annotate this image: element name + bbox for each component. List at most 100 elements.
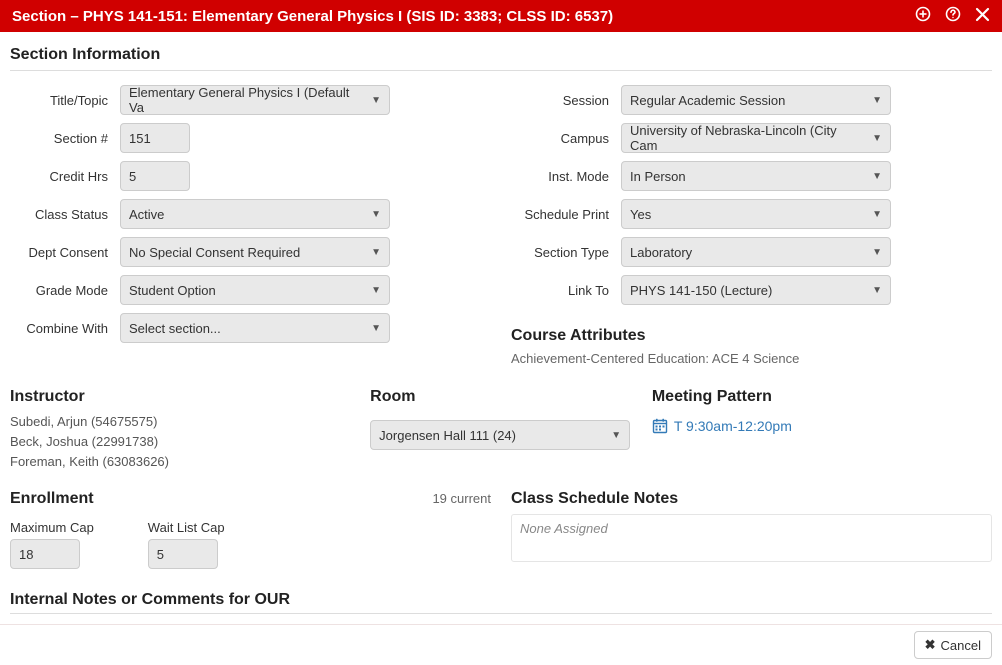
divider [10, 70, 992, 71]
dept-consent-value: No Special Consent Required [129, 245, 300, 260]
grade-mode-select[interactable]: Student Option ▼ [120, 275, 390, 305]
max-cap-value: 18 [19, 547, 33, 562]
close-icon[interactable] [975, 7, 990, 26]
left-column: Title/Topic Elementary General Physics I… [10, 85, 491, 366]
meeting-pattern-text: T 9:30am-12:20pm [674, 418, 792, 434]
session-value: Regular Academic Session [630, 93, 785, 108]
section-type-select[interactable]: Laboratory ▼ [621, 237, 891, 267]
section-dialog: Section – PHYS 141-151: Elementary Gener… [0, 0, 1002, 665]
inst-mode-label: Inst. Mode [511, 169, 621, 184]
link-to-label: Link To [511, 283, 621, 298]
title-topic-value: Elementary General Physics I (Default Va [129, 85, 365, 115]
section-num-input[interactable]: 151 [120, 123, 190, 153]
class-schedule-notes-heading: Class Schedule Notes [511, 490, 992, 508]
session-label: Session [511, 93, 621, 108]
instructor-line: Beck, Joshua (22991738) [10, 432, 350, 452]
chevron-down-icon: ▼ [872, 285, 882, 296]
grade-mode-value: Student Option [129, 283, 216, 298]
wait-cap-input[interactable]: 5 [148, 539, 218, 569]
enroll-notes-row: Enrollment 19 current Maximum Cap 18 Wai… [10, 472, 992, 569]
instructor-line: Foreman, Keith (63083626) [10, 452, 350, 472]
title-topic-label: Title/Topic [10, 93, 120, 108]
inst-mode-value: In Person [630, 169, 686, 184]
chevron-down-icon: ▼ [371, 285, 381, 296]
chevron-down-icon: ▼ [371, 323, 381, 334]
section-information-heading: Section Information [10, 46, 992, 64]
course-attributes-block: Course Attributes Achievement-Centered E… [511, 327, 992, 366]
instructor-heading: Instructor [10, 388, 350, 406]
form-columns: Title/Topic Elementary General Physics I… [10, 85, 992, 366]
wait-cap-value: 5 [157, 547, 164, 562]
section-num-value: 151 [129, 131, 151, 146]
chevron-down-icon: ▼ [872, 247, 882, 258]
chevron-down-icon: ▼ [872, 171, 882, 182]
dialog-title: Section – PHYS 141-151: Elementary Gener… [12, 8, 613, 25]
internal-notes-heading: Internal Notes or Comments for OUR [10, 591, 992, 609]
room-heading: Room [370, 388, 632, 406]
class-schedule-notes-placeholder: None Assigned [520, 521, 608, 536]
max-cap-label: Maximum Cap [10, 520, 94, 535]
meeting-pattern-block: Meeting Pattern T 9:30am-12:20pm [652, 388, 992, 472]
credit-hrs-label: Credit Hrs [10, 169, 120, 184]
instructor-line: Subedi, Arjun (54675575) [10, 412, 350, 432]
schedule-print-label: Schedule Print [511, 207, 621, 222]
enrollment-heading: Enrollment [10, 490, 94, 508]
course-attributes-text: Achievement-Centered Education: ACE 4 Sc… [511, 351, 992, 366]
instructor-block: Instructor Subedi, Arjun (54675575) Beck… [10, 388, 350, 472]
credit-hrs-value: 5 [129, 169, 136, 184]
titlebar-actions [915, 6, 990, 26]
campus-value: University of Nebraska-Lincoln (City Cam [630, 123, 866, 153]
close-icon: ✖ [925, 637, 936, 653]
section-num-label: Section # [10, 131, 120, 146]
course-attributes-heading: Course Attributes [511, 327, 992, 345]
meeting-pattern-link[interactable]: T 9:30am-12:20pm [652, 418, 792, 434]
enrollment-block: Enrollment 19 current Maximum Cap 18 Wai… [10, 472, 491, 569]
room-block: Room Jorgensen Hall 111 (24) ▼ [370, 388, 632, 472]
titlebar: Section – PHYS 141-151: Elementary Gener… [0, 0, 1002, 32]
section-type-value: Laboratory [630, 245, 692, 260]
link-to-select[interactable]: PHYS 141-150 (Lecture) ▼ [621, 275, 891, 305]
inst-mode-select[interactable]: In Person ▼ [621, 161, 891, 191]
room-select[interactable]: Jorgensen Hall 111 (24) ▼ [370, 420, 630, 450]
session-select[interactable]: Regular Academic Session ▼ [621, 85, 891, 115]
credit-hrs-input[interactable]: 5 [120, 161, 190, 191]
class-schedule-notes-block: Class Schedule Notes None Assigned [511, 490, 992, 569]
schedule-print-value: Yes [630, 207, 651, 222]
schedule-print-select[interactable]: Yes ▼ [621, 199, 891, 229]
room-value: Jorgensen Hall 111 (24) [379, 428, 516, 443]
lower-grid: Instructor Subedi, Arjun (54675575) Beck… [10, 388, 992, 472]
dialog-footer: ✖ Cancel [0, 624, 1002, 665]
meeting-pattern-heading: Meeting Pattern [652, 388, 992, 406]
cancel-button[interactable]: ✖ Cancel [914, 631, 992, 659]
wait-cap-label: Wait List Cap [148, 520, 225, 535]
right-column: Session Regular Academic Session ▼ Campus… [511, 85, 992, 366]
class-status-label: Class Status [10, 207, 120, 222]
chevron-down-icon: ▼ [872, 209, 882, 220]
campus-label: Campus [511, 131, 621, 146]
dialog-body[interactable]: Section Information Title/Topic Elementa… [0, 32, 1002, 624]
chevron-down-icon: ▼ [371, 209, 381, 220]
chevron-down-icon: ▼ [872, 95, 882, 106]
enrollment-current: 19 current [432, 491, 491, 506]
chevron-down-icon: ▼ [371, 247, 381, 258]
class-schedule-notes-box[interactable]: None Assigned [511, 514, 992, 562]
grade-mode-label: Grade Mode [10, 283, 120, 298]
combine-with-value: Select section... [129, 321, 221, 336]
calendar-icon [652, 418, 668, 434]
class-status-select[interactable]: Active ▼ [120, 199, 390, 229]
campus-select[interactable]: University of Nebraska-Lincoln (City Cam… [621, 123, 891, 153]
combine-with-label: Combine With [10, 321, 120, 336]
max-cap-input[interactable]: 18 [10, 539, 80, 569]
title-topic-select[interactable]: Elementary General Physics I (Default Va… [120, 85, 390, 115]
chevron-down-icon: ▼ [872, 133, 882, 144]
divider [10, 613, 992, 614]
chevron-down-icon: ▼ [611, 430, 621, 441]
help-icon[interactable] [945, 6, 961, 26]
dept-consent-select[interactable]: No Special Consent Required ▼ [120, 237, 390, 267]
add-icon[interactable] [915, 6, 931, 26]
combine-with-select[interactable]: Select section... ▼ [120, 313, 390, 343]
class-status-value: Active [129, 207, 164, 222]
link-to-value: PHYS 141-150 (Lecture) [630, 283, 772, 298]
chevron-down-icon: ▼ [371, 95, 381, 106]
section-type-label: Section Type [511, 245, 621, 260]
